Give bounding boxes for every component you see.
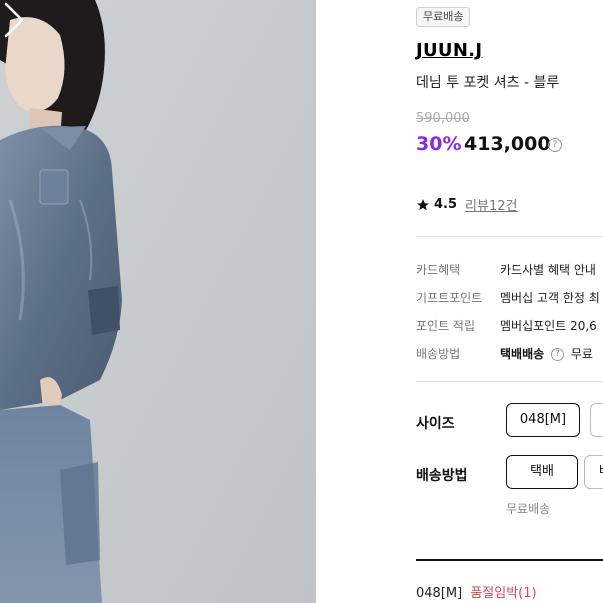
rating-row: 4.5 리뷰12건 (416, 195, 517, 214)
review-count-link[interactable]: 리뷰12건 (465, 195, 517, 214)
selected-option-name: 048[M] (416, 586, 463, 601)
size-option-button-next[interactable] (590, 403, 603, 437)
price-help-icon[interactable]: ? (548, 138, 562, 152)
benefit-label-shipping: 배송방법 (416, 347, 461, 361)
discount-rate: 30% (416, 133, 462, 155)
benefit-label-gift: 기프트포인트 (416, 291, 483, 305)
free-shipping-badge: 무료배송 (416, 7, 471, 27)
shipping-fee-text: 무료 (570, 347, 593, 361)
chevron-right-icon[interactable] (0, 0, 28, 40)
benefit-value-points: 멤버십포인트 20,6 (500, 319, 597, 333)
benefit-value-gift[interactable]: 멤버십 고객 한정 최 (500, 289, 600, 306)
product-name: 데님 투 포켓 셔츠 - 블루 (416, 75, 560, 91)
divider (416, 559, 603, 561)
selected-option-summary: 048[M] 품절임박(1) (416, 582, 537, 601)
product-image-gallery[interactable] (0, 0, 316, 603)
rating-value: 4.5 (434, 197, 458, 212)
benefit-label-card: 카드혜택 (416, 263, 461, 277)
original-price: 590,000 (416, 111, 470, 126)
size-option-button[interactable]: 048[M] (506, 403, 580, 437)
shipping-help-icon[interactable]: ? (551, 348, 564, 361)
benefit-value-card[interactable]: 카드사별 혜택 안내 (500, 261, 596, 278)
star-icon (417, 198, 429, 210)
shipping-option-note: 무료배송 (506, 502, 551, 516)
shipping-method-text: 택배배송 (500, 347, 545, 361)
divider (416, 236, 603, 237)
benefit-value-shipping: 택배배송 ? 무료 (500, 345, 593, 362)
divider (416, 381, 603, 382)
sale-price: 413,000 (464, 133, 551, 155)
product-info-panel: 무료배송 JUUN.J 데님 투 포켓 셔츠 - 블루 590,000 30% … (316, 0, 603, 603)
shipping-option-button-next[interactable]: 배 (584, 455, 603, 489)
benefit-label-points: 포인트 적립 (416, 319, 476, 333)
stock-status: 품절임박(1) (470, 586, 537, 601)
size-option-label: 사이즈 (416, 416, 455, 432)
shipping-option-button[interactable]: 택배 (506, 455, 578, 489)
product-photo (0, 0, 316, 603)
shipping-option-label: 배송방법 (416, 468, 468, 484)
brand-link[interactable]: JUUN.J (416, 40, 482, 61)
